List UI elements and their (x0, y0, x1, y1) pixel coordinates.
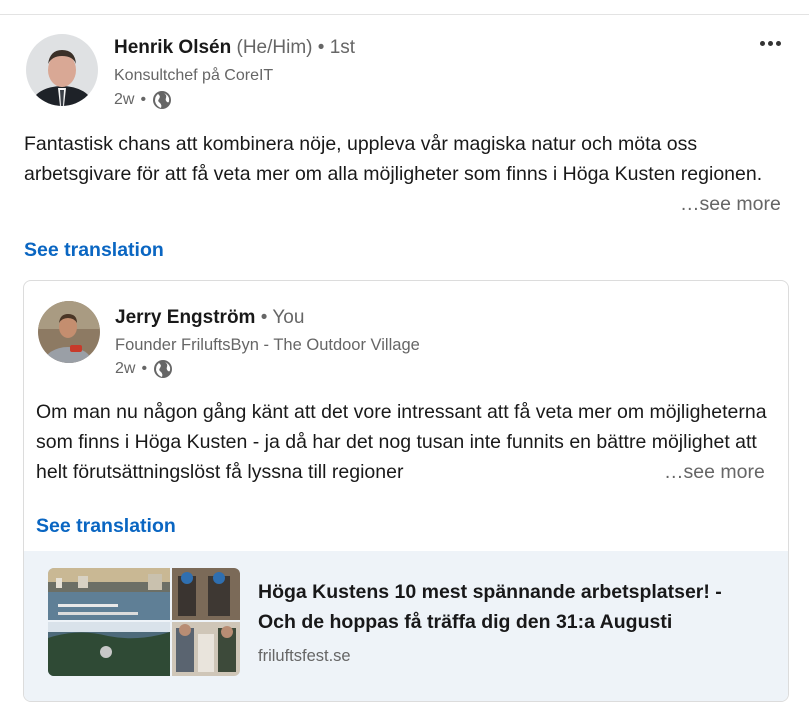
separator-dot: • (260, 307, 268, 328)
see-translation-link[interactable]: See translation (24, 239, 164, 262)
author-pronouns: (He/Him) (236, 37, 313, 58)
reshared-author-avatar[interactable] (38, 301, 100, 363)
reshared-see-translation-link[interactable]: See translation (36, 515, 176, 538)
author-avatar[interactable] (26, 34, 98, 106)
post-meta: 2w • (114, 90, 172, 110)
separator-dot: • (140, 91, 147, 108)
globe-icon (154, 360, 173, 378)
author-name-row: Henrik Olsén (He/Him) • 1st (114, 37, 355, 59)
reshared-post[interactable]: Jerry Engström • You Founder FriluftsByn… (23, 280, 789, 702)
link-preview-card[interactable]: Höga Kustens 10 mest spännande arbetspla… (24, 551, 788, 701)
reshared-name-row: Jerry Engström • You (115, 307, 304, 329)
link-domain: friluftsfest.se (258, 647, 351, 665)
separator-dot: • (317, 37, 325, 58)
more-options-icon[interactable] (756, 31, 784, 55)
author-name[interactable]: Henrik Olsén (114, 37, 231, 58)
separator-dot: • (141, 360, 148, 377)
connection-degree: 1st (329, 37, 356, 58)
link-thumbnail-image (48, 568, 240, 676)
see-more-link[interactable]: …see more (674, 189, 781, 219)
feed-post: Henrik Olsén (He/Him) • 1st Konsultchef … (0, 15, 808, 702)
link-title[interactable]: Höga Kustens 10 mest spännande arbetspla… (258, 577, 758, 637)
reshared-author-headline: Founder FriluftsByn - The Outdoor Villag… (115, 336, 420, 354)
globe-icon (153, 91, 172, 109)
author-headline: Konsultchef på CoreIT (114, 67, 274, 84)
post-text: Fantastisk chans att kombinera nöje, upp… (24, 133, 763, 185)
reshared-author-name[interactable]: Jerry Engström (115, 307, 255, 328)
reshared-relation: You (272, 307, 305, 328)
reshared-time[interactable]: 2w (115, 360, 135, 378)
reshared-meta: 2w • (115, 359, 173, 379)
reshared-see-more-link[interactable]: …see more (658, 457, 765, 487)
post-time[interactable]: 2w (114, 91, 134, 109)
